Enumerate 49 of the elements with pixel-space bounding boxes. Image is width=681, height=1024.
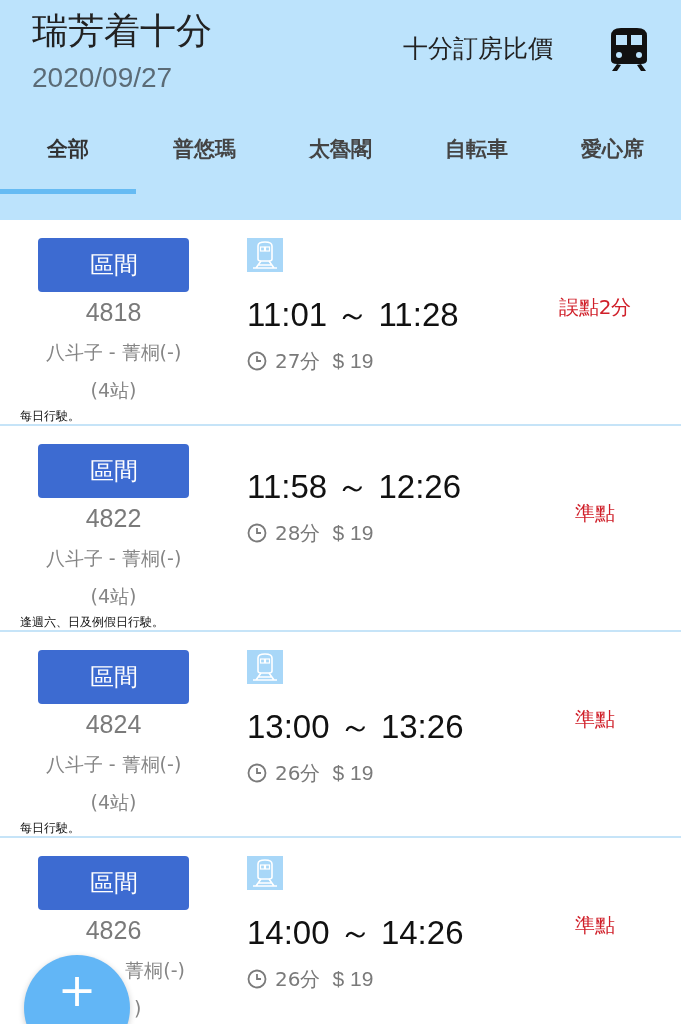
time-range: 14:00 ～ 14:26 (247, 913, 464, 953)
filter-tab[interactable]: 普悠瑪 (136, 108, 273, 194)
stop-count: (4站) (90, 584, 137, 609)
train-row[interactable]: 區間 4822 八斗子 - 菁桐(-) (4站) 11:58 ～ 12:26 28分 $ 19 準點 逢週六、日及例假日行駛。 (0, 426, 681, 632)
status-text: 準點 (575, 706, 615, 733)
page-title: 瑞芳着十分 (32, 9, 212, 53)
route-text: 八斗子 - 菁桐(-) (45, 752, 182, 777)
fare-text: $ 19 (332, 349, 374, 373)
date-text: 2020/09/27 (32, 61, 173, 95)
train-number: 4818 (85, 297, 142, 327)
status-text: 準點 (575, 912, 615, 939)
duration-text: 28分 (275, 519, 321, 547)
train-type-button[interactable]: 區間 (38, 238, 189, 292)
duration-text: 26分 (275, 965, 321, 993)
stop-count: (4站) (90, 790, 137, 815)
clock-icon (247, 763, 267, 783)
train-number: 4822 (85, 503, 142, 533)
service-note: 每日行駛。 (20, 409, 80, 423)
fare-text: $ 19 (332, 521, 374, 545)
filter-tab[interactable]: 自転車 (408, 108, 545, 194)
train-type-button[interactable]: 區間 (38, 856, 189, 910)
stop-count: ) (134, 996, 142, 1021)
stop-count: (4站) (90, 378, 137, 403)
clock-icon (247, 523, 267, 543)
train-type-button[interactable]: 區間 (38, 650, 189, 704)
status-text: 誤點2分 (558, 294, 632, 321)
train-row[interactable]: 區間 4818 八斗子 - 菁桐(-) (4站) 11:01 ～ 11:28 27分 $ 19 誤點2分 每日行駛。 (0, 220, 681, 426)
booking-link[interactable]: 十分訂房比價 (403, 32, 553, 66)
service-note: 每日行駛。 (20, 821, 80, 835)
fare-text: $ 19 (332, 761, 374, 785)
fare-text: $ 19 (332, 967, 374, 991)
train-type-button[interactable]: 區間 (38, 444, 189, 498)
status-text: 準點 (575, 500, 615, 527)
time-range: 13:00 ～ 13:26 (247, 707, 464, 747)
clock-icon (247, 351, 267, 371)
filter-tab[interactable]: 愛心席 (544, 108, 681, 194)
route-text: 八斗子 - 菁桐(-) (45, 546, 182, 571)
route-text: 八斗子 - 菁桐(-) (45, 340, 182, 365)
time-range: 11:01 ～ 11:28 (247, 295, 459, 335)
duration-text: 26分 (275, 759, 321, 787)
clock-icon (247, 969, 267, 989)
time-range: 11:58 ～ 12:26 (247, 467, 462, 507)
train-number: 4826 (85, 915, 142, 945)
filter-tab[interactable]: 太魯閣 (272, 108, 409, 194)
duration-text: 27分 (275, 347, 321, 375)
train-number: 4824 (85, 709, 142, 739)
train-row[interactable]: 區間 4824 八斗子 - 菁桐(-) (4站) 13:00 ～ 13:26 26分 $ 19 準點 每日行駛。 (0, 632, 681, 838)
filter-tab[interactable]: 全部 (0, 108, 137, 194)
service-note: 逢週六、日及例假日行駛。 (20, 615, 164, 629)
